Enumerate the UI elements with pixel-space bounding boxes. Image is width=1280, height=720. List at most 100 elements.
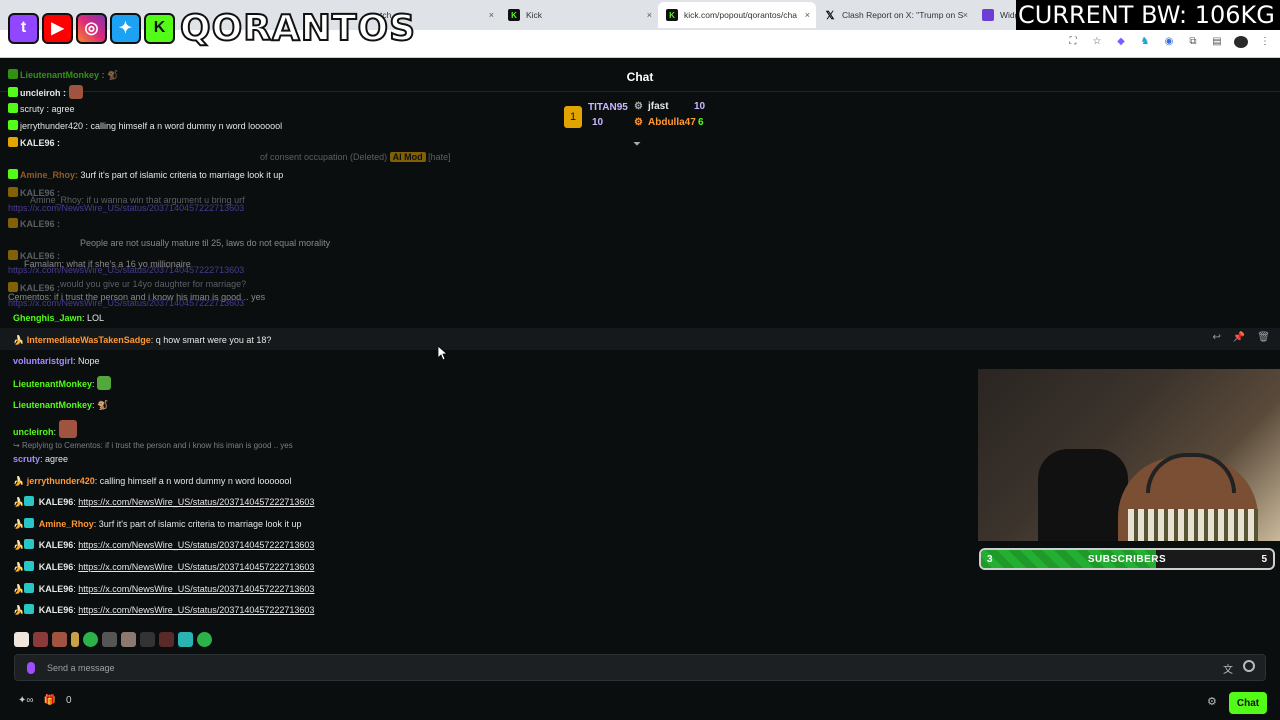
emoji-picker-icon[interactable] [1243, 660, 1255, 672]
deleted-message: of consent occupation (Deleted) AI Mod [… [260, 152, 451, 162]
message-link[interactable]: https://x.com/NewsWire_US/status/2037140… [78, 605, 314, 615]
emote-icon[interactable] [83, 631, 98, 647]
extension-icon[interactable]: ♞ [1138, 36, 1152, 51]
emote-icon[interactable] [14, 631, 29, 647]
emote-icon[interactable] [197, 631, 212, 647]
twitch-icon: t [8, 12, 39, 44]
gifter-leaderboard: 1 TITAN95 10 ⚙ jfast 10 ⚙ Abdulla47 6 [562, 100, 722, 134]
message-actions: ↩ 📌 🗑 [1212, 332, 1270, 343]
emote-icon[interactable] [178, 631, 193, 647]
twitter-icon: ✦ [110, 12, 141, 44]
pepe-emote-icon [97, 376, 112, 390]
chat-message: People are not usually mature til 25, la… [80, 238, 331, 248]
chat-message: 🍌 KALE96: https://x.com/NewsWire_US/stat… [13, 583, 315, 594]
close-tab-icon[interactable]: × [647, 10, 652, 20]
emote-icon[interactable] [71, 631, 79, 647]
chat-message: 🍌 KALE96: https://x.com/NewsWire_US/stat… [13, 539, 315, 550]
drops-icon[interactable]: ✦∞ [18, 695, 34, 706]
emote-icon[interactable] [52, 631, 67, 647]
tab-label: kick.com/popout/qorantos/cha [684, 10, 797, 20]
recent-emotes-bar [14, 631, 212, 647]
translate-icon[interactable]: 文 [1223, 661, 1233, 676]
webcam-overlay [978, 369, 1280, 541]
chat-message: uncleiroh: [13, 420, 77, 439]
extensions-puzzle-icon[interactable]: ⧉ [1186, 36, 1200, 51]
tab-label: Clash Report on X: "Trump on S [842, 10, 964, 20]
extension-icon[interactable]: ◉ [1162, 36, 1176, 51]
leader-count: 10 [592, 117, 604, 128]
widget-favicon-icon [982, 9, 994, 21]
browser-tab[interactable]: K Kick × [500, 2, 658, 28]
points-count: 0 [65, 695, 72, 706]
reply-icon[interactable]: ↩ [1212, 332, 1220, 343]
x-favicon-icon: 𝕏 [825, 9, 835, 22]
banana-badge-icon: 🍌 [13, 540, 25, 550]
message-link[interactable]: https://x.com/NewsWire_US/status/2037140… [78, 584, 314, 594]
banana-badge-icon: 🍌 [13, 562, 25, 572]
leader-name[interactable]: Abdulla47 [648, 117, 696, 128]
monkey-emote-icon: 🐒 [97, 400, 109, 410]
profile-avatar[interactable] [1234, 36, 1248, 51]
gift-icon[interactable]: 🎁 [44, 695, 56, 706]
chair [1038, 449, 1128, 541]
banana-badge-icon: 🍌 [13, 605, 25, 615]
youtube-icon: ▶ [42, 12, 73, 44]
cast-icon[interactable]: ⛶ [1066, 36, 1080, 51]
footer-left: ✦∞ 🎁 0 [18, 695, 72, 706]
microphone-icon[interactable] [27, 662, 35, 674]
chat-message: jerrythunder420 : calling himself a n wo… [8, 119, 282, 133]
delete-icon[interactable]: 🗑 [1257, 332, 1270, 343]
emote-icon[interactable] [121, 631, 136, 647]
top-gifter-badge-icon: 1 [564, 106, 582, 128]
banana-badge-icon: 🍌 [13, 497, 25, 507]
chat-messages: LieutenantMonkey : 🐒 uncleiroh : scruty … [0, 62, 975, 632]
emote-icon[interactable] [33, 631, 48, 647]
bookmark-star-icon[interactable]: ☆ [1090, 36, 1104, 51]
chat-message: 🍌 jerrythunder420: calling himself a n w… [13, 476, 292, 486]
chat-message: LieutenantMonkey : 🐒 [8, 68, 118, 82]
chat-message: 🍌 Amine_Rhoy: 3urf it's part of islamic … [13, 518, 302, 529]
tab-label: Kick [526, 10, 543, 20]
message-link[interactable]: https://x.com/NewsWire_US/status/2037140… [78, 562, 314, 572]
leader-count: 6 [698, 117, 704, 128]
banana-badge-icon: 🍌 [13, 476, 25, 486]
ai-mod-badge: AI Mod [389, 152, 426, 162]
kick-icon: K [144, 12, 175, 44]
pin-icon[interactable]: 📌 [1233, 332, 1245, 343]
sidebar-icon[interactable]: ▤ [1210, 36, 1224, 51]
gifter-icon: ⚙ [634, 117, 643, 128]
message-link[interactable]: https://x.com/NewsWire_US/status/2037140… [78, 540, 314, 550]
leader-name[interactable]: TITAN95 [588, 102, 628, 113]
banana-badge-icon: 🍌 [13, 584, 25, 594]
extension-icon[interactable]: ◆ [1114, 36, 1128, 51]
bodyweight-overlay: CURRENT BW: 106KG [1016, 0, 1280, 30]
browser-menu-icon[interactable]: ⋮ [1258, 36, 1272, 51]
chat-message-input[interactable] [47, 655, 1207, 680]
streamer-name: QORANTOS [179, 7, 417, 50]
chat-footer: ✦∞ 🎁 0 ⚙ Chat [0, 688, 1280, 720]
close-tab-icon[interactable]: × [963, 10, 968, 20]
emote-icon[interactable] [159, 631, 174, 647]
emote-icon[interactable] [140, 631, 155, 647]
browser-tab-active[interactable]: K kick.com/popout/qorantos/cha × [658, 2, 816, 28]
toolbar-icons: ⛶ ☆ ◆ ♞ ◉ ⧉ ▤ ⋮ [1066, 36, 1272, 51]
collapse-leaderboard-icon[interactable]: ⏷ [633, 139, 641, 150]
close-tab-icon[interactable]: × [805, 10, 810, 20]
leader-count: 10 [694, 101, 706, 112]
send-chat-button[interactable]: Chat [1229, 692, 1267, 714]
subs-label: SUBSCRIBERS [1087, 554, 1167, 565]
close-tab-icon[interactable]: × [489, 10, 494, 20]
browser-tab[interactable]: 𝕏 Clash Report on X: "Trump on S × [816, 2, 974, 28]
leader-name[interactable]: jfast [648, 101, 669, 112]
chat-message: 🍌 KALE96: https://x.com/NewsWire_US/stat… [13, 604, 315, 615]
reply-context[interactable]: ↪ Replying to Cementos: if i trust the p… [13, 439, 293, 453]
emote-icon[interactable] [102, 631, 117, 647]
screen: tch × K Kick × K kick.com/popout/qoranto… [0, 0, 1280, 720]
instagram-icon: ◎ [76, 12, 107, 44]
chat-message: KALE96 : [8, 217, 60, 231]
settings-gear-icon[interactable]: ⚙ [1207, 695, 1217, 708]
mouse-cursor-icon [437, 345, 449, 365]
message-link[interactable]: https://x.com/NewsWire_US/status/2037140… [78, 497, 314, 507]
chat-message: 🍌 KALE96: https://x.com/NewsWire_US/stat… [13, 561, 315, 572]
chat-message: Famalam: what if she's a 16 yo millionai… [24, 259, 191, 269]
